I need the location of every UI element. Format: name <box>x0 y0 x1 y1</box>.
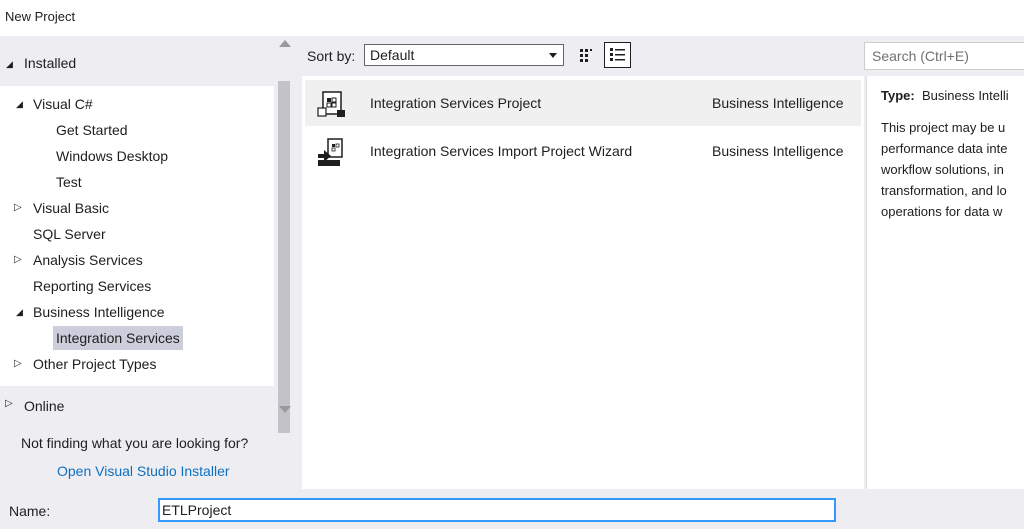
name-label: Name: <box>9 503 51 519</box>
expanded-triangle-icon[interactable]: ◢ <box>16 300 23 324</box>
search-input[interactable] <box>870 43 1024 69</box>
template-name: Integration Services Project <box>370 95 542 111</box>
tree-node-online-label: Online <box>24 398 65 414</box>
tree-node-installed[interactable]: ◢ Installed <box>0 42 274 78</box>
collapsed-triangle-icon[interactable]: ▷ <box>14 248 22 272</box>
tree-node-label: Test <box>56 174 82 190</box>
tree-scrollbar[interactable] <box>276 36 294 433</box>
sort-by-label: Sort by: <box>307 48 356 64</box>
chevron-down-icon <box>549 53 557 58</box>
description-line: workflow solutions, in <box>881 162 1004 177</box>
tree-node-label: Analysis Services <box>33 252 143 268</box>
tree-node-integration-services[interactable]: Integration Services <box>53 326 183 350</box>
tree-node-reporting-services[interactable]: Reporting Services <box>33 274 151 298</box>
sort-by-dropdown[interactable]: Default <box>364 44 564 66</box>
tree-node-label: Business Intelligence <box>33 304 165 320</box>
description-line: performance data inte <box>881 141 1008 156</box>
collapsed-triangle-icon[interactable]: ▷ <box>14 352 22 376</box>
tree-node-online[interactable]: ▷ Online <box>0 392 274 420</box>
description-line: transformation, and lo <box>881 183 1007 198</box>
tree-node-label: Reporting Services <box>33 278 152 294</box>
description-line: This project may be u <box>881 120 1006 135</box>
template-name: Integration Services Import Project Wiza… <box>370 143 633 159</box>
template-description: This project may be u performance data i… <box>881 117 1024 222</box>
template-item[interactable]: Integration Services Project Business In… <box>305 80 861 126</box>
small-icons-view-button[interactable] <box>576 46 596 66</box>
not-finding-text: Not finding what you are looking for? <box>21 435 249 451</box>
list-view-button[interactable] <box>604 42 631 68</box>
title-bar: New Project <box>0 0 1024 36</box>
tree-node-installed-label: Installed <box>24 55 77 71</box>
name-input-box[interactable] <box>158 498 836 522</box>
installed-tree: ◢ Visual C# Get Started Windows Desktop … <box>0 86 274 386</box>
small-icons-view-icon <box>580 49 592 62</box>
collapsed-triangle-icon[interactable]: ▷ <box>5 398 13 409</box>
template-category: Business Intelligence <box>712 95 844 111</box>
description-line: operations for data w <box>881 204 1003 219</box>
expanded-triangle-icon[interactable]: ◢ <box>6 59 13 70</box>
tree-node-windows-desktop[interactable]: Windows Desktop <box>56 144 168 168</box>
type-line: Type: Business Intelli <box>881 88 1009 103</box>
tree-node-visual-basic[interactable]: ▷ Visual Basic <box>14 196 134 220</box>
tree-node-sql-server[interactable]: SQL Server <box>33 222 106 246</box>
expanded-triangle-icon[interactable]: ◢ <box>16 92 23 116</box>
collapsed-triangle-icon[interactable]: ▷ <box>14 196 22 220</box>
search-box[interactable] <box>864 42 1024 70</box>
tree-node-other-project-types[interactable]: ▷ Other Project Types <box>14 352 174 376</box>
window-title: New Project <box>5 9 76 24</box>
tree-node-test[interactable]: Test <box>56 170 82 194</box>
scroll-thumb[interactable] <box>278 81 290 433</box>
scroll-down-arrow-icon[interactable] <box>279 406 291 413</box>
name-input[interactable] <box>160 500 824 520</box>
ssis-project-icon <box>317 91 345 117</box>
open-installer-link[interactable]: Open Visual Studio Installer <box>57 463 230 479</box>
tree-node-analysis-services[interactable]: ▷ Analysis Services <box>14 248 154 272</box>
template-category: Business Intelligence <box>712 143 844 159</box>
tree-node-business-intelligence[interactable]: ◢ Business Intelligence <box>14 300 184 324</box>
sort-by-value: Default <box>370 47 415 63</box>
tree-node-label: Other Project Types <box>33 356 157 372</box>
tree-node-label: Integration Services <box>56 330 180 346</box>
scroll-up-arrow-icon[interactable] <box>279 40 291 47</box>
tree-node-label: SQL Server <box>33 226 106 242</box>
type-label: Type: <box>881 88 915 103</box>
tree-node-get-started[interactable]: Get Started <box>56 118 128 142</box>
list-view-icon <box>610 48 625 61</box>
import-wizard-icon <box>318 138 343 166</box>
tree-node-label: Get Started <box>56 122 128 138</box>
tree-node-label: Visual Basic <box>33 200 110 216</box>
type-value: Business Intelli <box>921 88 1009 103</box>
tree-node-label: Visual C# <box>33 96 93 112</box>
tree-node-label: Windows Desktop <box>56 148 169 164</box>
template-item[interactable]: Integration Services Import Project Wiza… <box>305 128 861 174</box>
